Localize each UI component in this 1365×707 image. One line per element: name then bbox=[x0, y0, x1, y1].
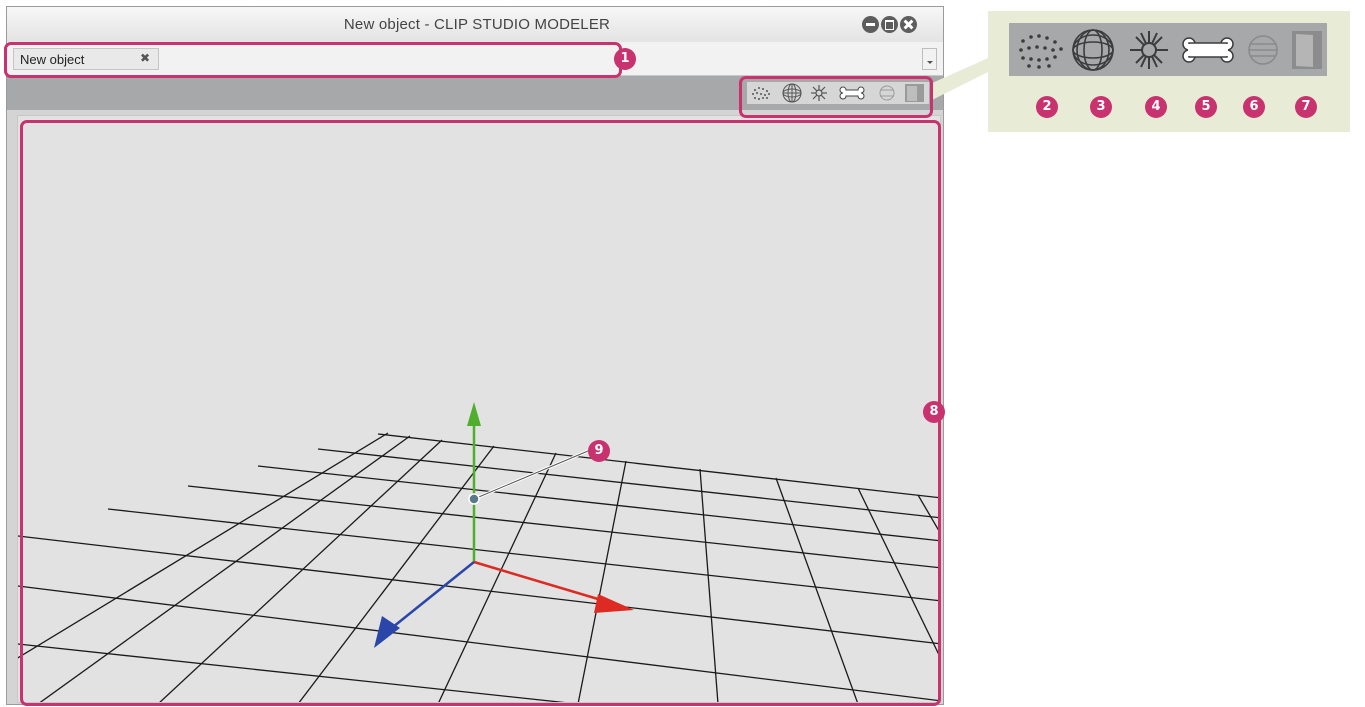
zoomed-toolbar-strip bbox=[1009, 23, 1327, 76]
badge-5: 5 bbox=[1195, 96, 1217, 118]
badge-3: 3 bbox=[1090, 96, 1112, 118]
badge-9: 9 bbox=[588, 440, 610, 462]
flag-icon bbox=[1292, 31, 1322, 69]
vertex-icon bbox=[1019, 34, 1063, 69]
badge-2: 2 bbox=[1036, 96, 1058, 118]
badge-7: 7 bbox=[1295, 96, 1317, 118]
particle-burst-icon bbox=[1130, 31, 1168, 69]
bone-icon bbox=[1182, 37, 1234, 63]
wireframe-sphere-icon bbox=[1072, 29, 1114, 71]
badge-8: 8 bbox=[923, 401, 945, 423]
badge-1: 1 bbox=[614, 48, 636, 70]
badge-6: 6 bbox=[1243, 96, 1265, 118]
badge-4: 4 bbox=[1145, 96, 1167, 118]
solid-sphere-icon bbox=[1248, 35, 1278, 65]
